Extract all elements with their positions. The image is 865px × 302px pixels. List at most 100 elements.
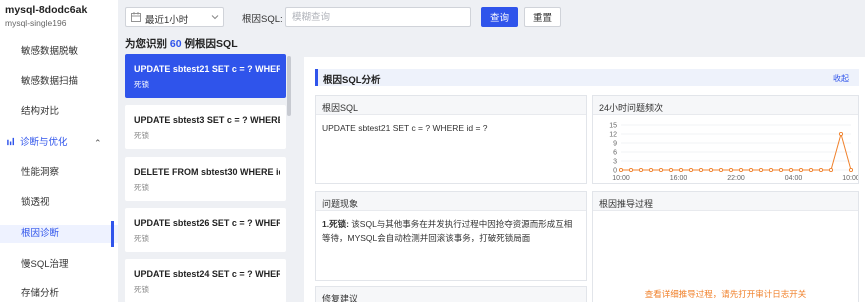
filter-toolbar: 最近1小时 根因SQL: 查询 重置 [118, 0, 865, 34]
root-sql-title: 根因SQL [322, 103, 359, 113]
sidebar-item-storage[interactable]: 存储分析 [0, 285, 118, 302]
x-tick-label: 22:00 [727, 175, 745, 182]
suggestion-box: 修复建议 [315, 286, 587, 302]
x-tick-label: 04:00 [785, 175, 803, 182]
analysis-panel: 根因SQL分析 收起 根因SQL UPDATE sbtest21 SET c =… [304, 57, 865, 302]
audit-log-hint[interactable]: 查看详细推导过程，请先打开审计日志开关 [593, 288, 858, 300]
x-tick-label: 10:00 [842, 175, 858, 182]
data-point [638, 167, 644, 173]
time-range-value: 最近1小时 [145, 15, 189, 26]
sidebar-item-lock[interactable]: 锁透视 [0, 194, 118, 212]
y-tick-label: 3 [613, 159, 617, 166]
frequency-chart: 0 3 6 9 12 15 10:00 16:00 22:00 04:00 10:00 [609, 123, 858, 183]
frequency-chart-box: 24小时问题频次 0 3 6 9 12 15 10:00 16:00 22:00 04:00 10:… [592, 95, 859, 184]
y-tick-label: 12 [609, 132, 617, 139]
derivation-box: 根因推导过程 查看详细推导过程，请先打开审计日志开关 [592, 191, 859, 302]
sql-list-item[interactable]: UPDATE sbtest3 SET c = ? WHERE id = ? 死锁 [125, 105, 286, 149]
phenomenon-box: 问题现象 1.死锁: 该SQL与其他事务在并发执行过程中因抢夺资源而形成互相等待… [315, 191, 587, 281]
sidebar-item-label: 根因诊断 [21, 228, 60, 239]
data-point [848, 167, 854, 173]
data-point [658, 167, 664, 173]
count-number: 60 [169, 38, 182, 50]
sql-item-text: UPDATE sbtest21 SET c = ? WHERE id = ? [134, 64, 280, 74]
collapse-link[interactable]: 收起 [833, 73, 849, 84]
phenomenon-description: 该SQL与其他事务在并发执行过程中因抢夺资源而形成互相等待，MYSQL会自动检测… [322, 219, 573, 243]
sidebar-item-label: 性能洞察 [21, 167, 60, 178]
data-point [768, 167, 774, 173]
data-point [728, 167, 734, 173]
phenomenon-title: 问题现象 [322, 199, 359, 209]
sidebar-item-performance[interactable]: 性能洞察 [0, 164, 118, 182]
data-point [718, 167, 724, 173]
sql-list-item[interactable]: DELETE FROM sbtest30 WHERE id = ? 死锁 [125, 157, 286, 201]
sql-item-text: UPDATE sbtest3 SET c = ? WHERE id = ? [134, 115, 280, 125]
sidebar-item-label: 存储分析 [21, 288, 60, 299]
sql-item-text: UPDATE sbtest24 SET c = ? WHERE id = ? [134, 269, 280, 279]
y-tick-label: 9 [613, 141, 617, 148]
frequency-title: 24小时问题频次 [599, 103, 664, 113]
count-suffix: 例根因SQL [184, 38, 238, 50]
sidebar-group-diagnosis[interactable]: 诊断与优化 ⌃ [0, 134, 118, 152]
sql-item-type: 死锁 [134, 131, 149, 140]
sql-item-text: DELETE FROM sbtest30 WHERE id = ? [134, 167, 280, 177]
data-point [698, 167, 704, 173]
chevron-down-icon [211, 15, 219, 20]
data-point [828, 167, 834, 173]
suggestion-title: 修复建议 [322, 294, 359, 302]
sidebar-item-root-cause[interactable]: 根因诊断 [0, 221, 118, 247]
sidebar: mysql-8dodc6ak mysql-single196 敏感数据脱敏 敏感… [0, 0, 118, 302]
sidebar-item-sensitive-scan[interactable]: 敏感数据扫描 [0, 73, 118, 91]
sql-list-item[interactable]: UPDATE sbtest24 SET c = ? WHERE id = ? 死… [125, 259, 286, 302]
sql-item-type: 死锁 [134, 234, 149, 243]
sidebar-item-label: 结构对比 [21, 106, 60, 117]
chevron-up-icon: ⌃ [94, 138, 102, 148]
diagnosis-icon [7, 137, 15, 146]
sidebar-item-label: 敏感数据脱敏 [21, 46, 79, 57]
phenomenon-label: 1.死锁: [322, 219, 349, 229]
data-point [798, 167, 804, 173]
y-tick-label: 6 [613, 150, 617, 157]
data-point [738, 167, 744, 173]
data-point [648, 167, 654, 173]
time-range-select[interactable]: 最近1小时 [125, 7, 224, 27]
sql-filter-label: 根因SQL: [242, 14, 283, 25]
instance-id: mysql-single196 [5, 18, 67, 28]
sidebar-item-label: 慢SQL治理 [21, 259, 69, 270]
calendar-icon [131, 12, 141, 22]
list-scrollbar[interactable] [287, 56, 291, 116]
instance-name: mysql-8dodc6ak [5, 4, 88, 16]
derivation-title: 根因推导过程 [599, 199, 654, 209]
sidebar-item-slow-sql[interactable]: 慢SQL治理 [0, 256, 118, 274]
data-point [808, 167, 814, 173]
data-point [628, 167, 634, 173]
x-tick-label: 10:00 [612, 175, 630, 182]
data-point [838, 131, 844, 137]
data-point [688, 167, 694, 173]
data-point [778, 167, 784, 173]
phenomenon-text: 1.死锁: 该SQL与其他事务在并发执行过程中因抢夺资源而形成互相等待，MYSQ… [322, 217, 580, 245]
sidebar-item-sensitive-masking[interactable]: 敏感数据脱敏 [0, 43, 118, 61]
data-point [618, 167, 624, 173]
data-point [758, 167, 764, 173]
sidebar-item-label: 敏感数据扫描 [21, 76, 79, 87]
reset-button[interactable]: 重置 [524, 7, 561, 27]
sidebar-item-schema-compare[interactable]: 结构对比 [0, 103, 118, 121]
data-point [708, 167, 714, 173]
sidebar-group-label: 诊断与优化 [20, 137, 68, 148]
sql-list-item[interactable]: UPDATE sbtest21 SET c = ? WHERE id = ? 死… [125, 54, 286, 98]
root-sql-box: 根因SQL UPDATE sbtest21 SET c = ? WHERE id… [315, 95, 587, 184]
data-point [788, 167, 794, 173]
analysis-header: 根因SQL分析 收起 [315, 69, 859, 86]
sql-list-item[interactable]: UPDATE sbtest26 SET c = ? WHERE id = ? 死… [125, 208, 286, 252]
sidebar-item-label: 锁透视 [21, 197, 50, 208]
data-point [748, 167, 754, 173]
sql-search-input[interactable] [285, 7, 471, 27]
data-point [678, 167, 684, 173]
y-tick-label: 0 [613, 168, 617, 175]
query-button[interactable]: 查询 [481, 7, 518, 27]
x-tick-label: 16:00 [670, 175, 688, 182]
root-cause-count: 为您识别 60 例根因SQL [125, 36, 238, 51]
analysis-title: 根因SQL分析 [323, 75, 381, 86]
sql-item-type: 死锁 [134, 285, 149, 294]
root-sql-list: UPDATE sbtest21 SET c = ? WHERE id = ? 死… [118, 52, 298, 302]
